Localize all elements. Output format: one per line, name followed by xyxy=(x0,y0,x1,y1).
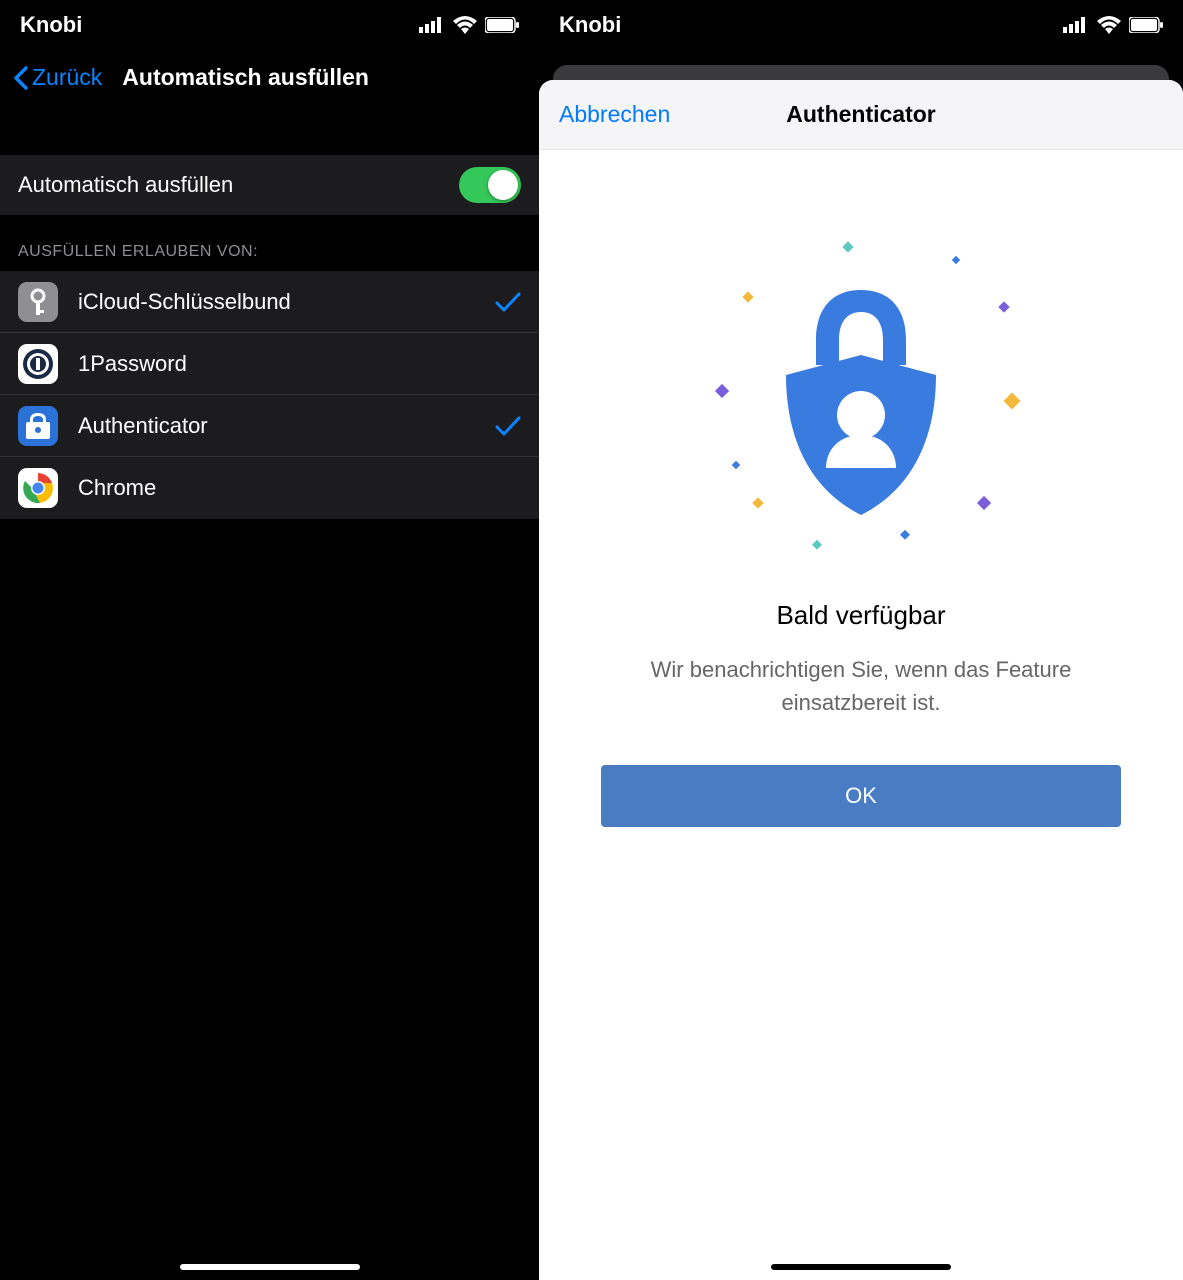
coming-soon-title: Bald verfügbar xyxy=(776,600,945,631)
sheet-body: Bald verfügbar Wir benachrichtigen Sie, … xyxy=(539,150,1183,1280)
home-indicator[interactable] xyxy=(771,1264,951,1270)
back-label: Zurück xyxy=(32,64,102,91)
sheet-header: Abbrechen Authenticator xyxy=(539,80,1183,150)
carrier-name: Knobi xyxy=(559,12,621,38)
autofill-toggle-row[interactable]: Automatisch ausfüllen xyxy=(0,155,539,215)
phone-left: Knobi Zurück Automatisch ausfüllen Autom… xyxy=(0,0,539,1280)
section-header-allow-from: AUSFÜLLEN ERLAUBEN VON: xyxy=(0,215,539,271)
providers-group: iCloud-Schlüsselbund 1Password Authentic… xyxy=(0,271,539,519)
provider-1password[interactable]: 1Password xyxy=(0,333,539,395)
sheet-stack: Abbrechen Authenticator xyxy=(539,50,1183,1280)
sparkle-icon xyxy=(975,494,991,510)
cellular-icon xyxy=(1063,17,1089,33)
coming-soon-text: Wir benachrichtigen Sie, wenn das Featur… xyxy=(631,653,1091,719)
checkmark-icon xyxy=(495,291,521,313)
sparkle-icon xyxy=(1001,390,1021,410)
sparkle-icon xyxy=(899,528,911,540)
autofill-toggle-label: Automatisch ausfüllen xyxy=(18,172,459,198)
provider-label: Chrome xyxy=(78,475,521,501)
lock-illustration xyxy=(701,240,1021,560)
onepassword-icon xyxy=(18,344,58,384)
sparkle-icon xyxy=(711,380,729,398)
nav-bar: Zurück Automatisch ausfüllen xyxy=(0,50,539,105)
provider-chrome[interactable]: Chrome xyxy=(0,457,539,519)
nav-title: Automatisch ausfüllen xyxy=(102,64,527,91)
autofill-toggle-group: Automatisch ausfüllen xyxy=(0,155,539,215)
status-bar: Knobi xyxy=(0,0,539,50)
sparkle-icon xyxy=(741,290,755,304)
sparkle-icon xyxy=(731,460,741,470)
sparkle-icon xyxy=(997,300,1011,314)
status-icons xyxy=(1063,16,1163,34)
battery-icon xyxy=(1129,17,1163,33)
phone-right: Knobi Abbrechen Authenticator xyxy=(539,0,1183,1280)
key-icon xyxy=(18,282,58,322)
provider-icloud-keychain[interactable]: iCloud-Schlüsselbund xyxy=(0,271,539,333)
chevron-left-icon xyxy=(12,66,28,90)
toggle-knob xyxy=(488,170,518,200)
checkmark-icon xyxy=(495,415,521,437)
provider-label: iCloud-Schlüsselbund xyxy=(78,289,495,315)
cancel-button[interactable]: Abbrechen xyxy=(539,101,670,128)
modal-sheet: Abbrechen Authenticator xyxy=(539,80,1183,1280)
sparkle-icon xyxy=(811,538,823,550)
home-indicator[interactable] xyxy=(180,1264,360,1270)
sparkle-icon xyxy=(951,255,961,265)
wifi-icon xyxy=(453,16,477,34)
lock-shield-icon xyxy=(761,280,961,520)
back-button[interactable]: Zurück xyxy=(12,64,102,91)
cellular-icon xyxy=(419,17,445,33)
status-icons xyxy=(419,16,519,34)
provider-label: 1Password xyxy=(78,351,521,377)
wifi-icon xyxy=(1097,16,1121,34)
autofill-toggle[interactable] xyxy=(459,167,521,203)
chrome-icon xyxy=(18,468,58,508)
authenticator-icon xyxy=(18,406,58,446)
status-bar: Knobi xyxy=(539,0,1183,50)
ok-button[interactable]: OK xyxy=(601,765,1121,827)
carrier-name: Knobi xyxy=(20,12,82,38)
provider-label: Authenticator xyxy=(78,413,495,439)
provider-authenticator[interactable]: Authenticator xyxy=(0,395,539,457)
battery-icon xyxy=(485,17,519,33)
sparkle-icon xyxy=(841,240,855,254)
